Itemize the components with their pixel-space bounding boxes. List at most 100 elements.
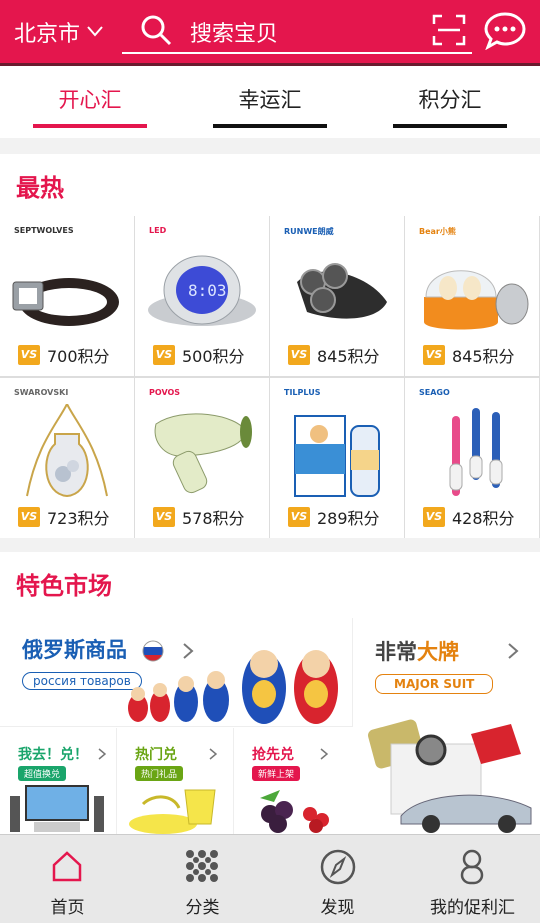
category-grid-icon [186,850,218,882]
nav-category[interactable]: 分类 [135,835,270,923]
nav-label: 首页 [50,898,85,918]
search-bar[interactable]: 搜索宝贝 [122,8,472,54]
brand-logo: LED [149,226,167,235]
vs-badge: VS [153,507,175,527]
price-label: 845积分 [452,347,515,366]
sub-banner-early-exchange[interactable]: 抢先兑 新鲜上架 [234,728,350,834]
tab-label: 幸运汇 [238,88,302,112]
tab-label: 积分汇 [418,88,482,112]
health-product-image [294,415,380,497]
price-label: 500积分 [182,347,245,366]
tab-bar: 开心汇 幸运汇 积分汇 [0,66,540,138]
vs-badge: VS [288,507,310,527]
chevron-right-icon [508,643,519,659]
brand-logo: Bear小熊 [419,227,456,236]
nav-label: 分类 [185,898,220,918]
home-theater-image [10,785,104,832]
nav-discover[interactable]: 发现 [270,835,405,923]
tab-jifenhui[interactable]: 积分汇 [360,66,540,138]
nav-label: 我的促利汇 [430,898,515,918]
price-label: 700积分 [47,347,110,366]
price-label: 845积分 [317,347,380,366]
sub-banner-title: 我去！兑！ [18,747,88,763]
compass-icon [320,849,356,885]
brand-logo: SWAROVSKI [14,388,69,397]
brand-logo: SEPTWOLVES [14,226,74,235]
big-brand-banner[interactable]: 非常大牌 MAJOR SUIT [355,618,538,834]
sub-banner-tag: 超值换兑 [18,766,67,781]
market-panel: 俄罗斯商品 россия товаров 非常大牌 MAJOR SUIT 我去！… [0,614,540,834]
product-card[interactable]: RUNWE朗威 VS 845积分 [270,216,404,376]
brand-logo: SEAGO [419,388,450,397]
matryoshka-dolls-image [128,650,338,724]
led-clock-image: 8:03 [148,255,256,326]
tab-kaixinhui[interactable]: 开心汇 [0,66,180,138]
tab-indicator [393,124,507,128]
search-input[interactable]: 搜索宝贝 [190,16,278,48]
price-label: 578积分 [182,509,245,528]
scan-icon[interactable] [432,14,466,46]
sub-banner-tag: 热门礼品 [135,766,184,781]
chevron-right-icon [209,748,217,760]
product-card[interactable]: POVOS VS 578积分 [135,378,269,538]
chevron-right-icon [320,748,328,760]
tab-indicator [213,124,327,128]
section-title: 特色市场 [16,572,112,600]
tab-xingyunhui[interactable]: 幸运汇 [180,66,360,138]
top-bar: 北京市 搜索宝贝 [0,0,540,66]
product-card[interactable]: TILPLUS VS 289积分 [270,378,404,538]
luxury-goods-image [368,719,532,833]
sub-banner-wo-qu-dui[interactable]: 我去！兑！ 超值换兑 [0,728,117,834]
message-icon[interactable] [484,12,526,50]
hot-section-header: 最热 [0,154,540,216]
brand-title-b: 大牌 [417,640,459,664]
brand-title-a: 非常 [375,640,417,664]
chevron-down-icon[interactable] [86,22,104,40]
egg-cooker-image [424,270,529,330]
search-icon[interactable] [140,14,172,46]
product-card[interactable]: SEAGO VS 428积分 [405,378,539,538]
tab-label: 开心汇 [58,88,122,112]
vs-badge: VS [288,345,310,365]
vs-badge: VS [423,345,445,365]
sub-banner-tag: 新鲜上架 [252,766,301,781]
nav-home[interactable]: 首页 [0,835,135,923]
necklace-image [26,404,108,498]
bottom-nav: 首页 分类 发现 我的促利汇 [0,834,540,923]
russia-goods-banner[interactable]: 俄罗斯商品 россия товаров [0,618,353,727]
nav-label: 发现 [320,898,355,918]
brand-logo: POVOS [149,388,181,397]
user-icon [460,849,484,885]
vs-badge: VS [18,507,40,527]
banner-title: 非常大牌 [375,636,459,666]
market-section-header: 特色市场 [0,552,540,614]
home-icon [52,851,82,882]
shaver-image [297,263,387,319]
product-card[interactable]: SWAROVSKI VS 723积分 [0,378,134,538]
tab-indicator [33,124,147,128]
section-title: 最热 [16,174,64,202]
price-label: 428积分 [452,509,515,528]
nav-my-account[interactable]: 我的促利汇 [405,835,540,923]
fruit-image [260,790,329,833]
banner-tag: MAJOR SUIT [375,674,494,694]
toothbrush-image [449,408,503,496]
sub-banner-title: 抢先兑 [252,747,294,763]
price-label: 723积分 [47,509,110,528]
hair-dryer-image [154,413,252,494]
product-card[interactable]: SEPTWOLVES VS 700积分 [0,216,134,376]
banner-title: 俄罗斯商品 [22,638,127,662]
sub-banner-hot-exchange[interactable]: 热门兑 热门礼品 [117,728,234,834]
brand-logo: RUNWE朗威 [284,227,334,236]
product-card[interactable]: LED 8:03 VS 500积分 [135,216,269,376]
chevron-right-icon [98,748,106,760]
product-card[interactable]: Bear小熊 VS 845积分 [405,216,539,376]
price-label: 289积分 [317,509,380,528]
brand-logo: TILPLUS [284,388,321,397]
city-selector[interactable]: 北京市 [14,16,80,48]
hot-product-grid: SEPTWOLVES VS 700积分 LED 8:03 VS 500积分 RU… [0,216,540,538]
vs-badge: VS [153,345,175,365]
vs-badge: VS [18,345,40,365]
svg-text:8:03: 8:03 [188,281,227,300]
sub-banner-title: 热门兑 [135,747,177,763]
